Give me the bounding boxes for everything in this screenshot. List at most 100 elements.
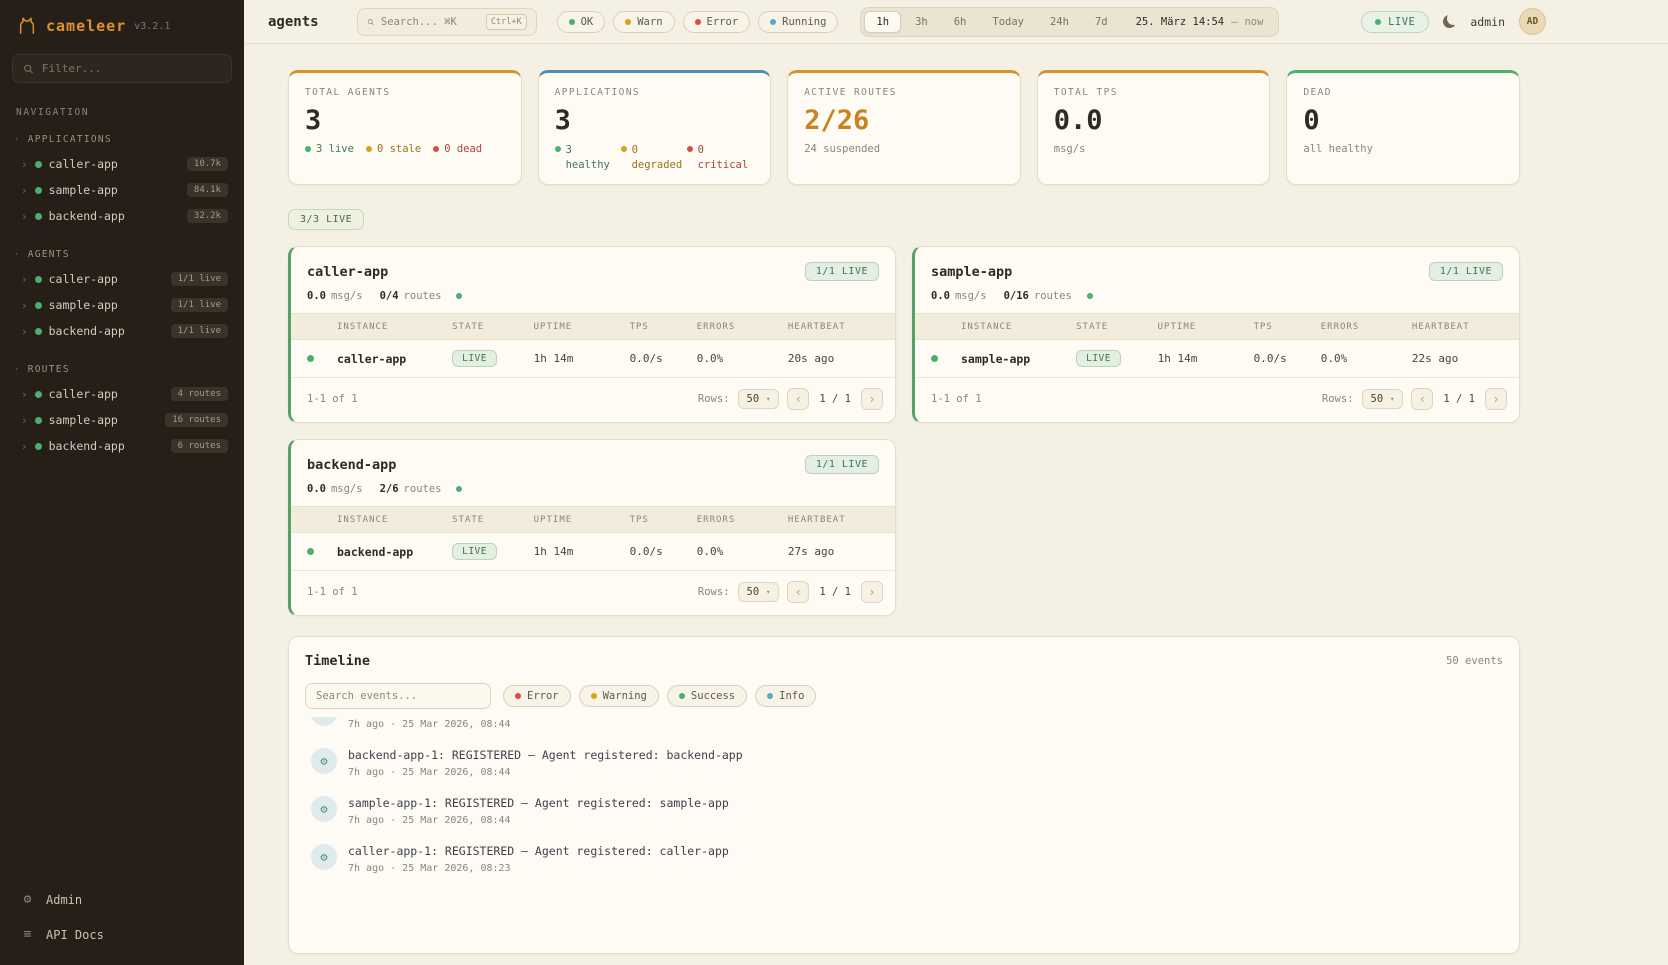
sidebar-item-applications-sample-app[interactable]: › sample-app 84.1k <box>12 177 232 203</box>
sidebar-item-routes-caller-app[interactable]: › caller-app 4 routes <box>12 381 232 407</box>
sidebar-item-applications-backend-app[interactable]: › backend-app 32.2k <box>12 203 232 229</box>
range-button-6h[interactable]: 6h <box>942 11 979 33</box>
sidebar-item-badge: 6 routes <box>171 439 228 453</box>
avatar[interactable]: AD <box>1519 8 1546 35</box>
stat-card-active-routes: ACTIVE ROUTES 2/26 24 suspended <box>787 70 1021 185</box>
chip-label: Info <box>779 690 804 702</box>
app-card-title[interactable]: caller-app <box>307 264 388 280</box>
red-dot-icon <box>687 146 693 152</box>
routes-value: 2/6 <box>380 483 399 495</box>
sidebar-item-applications-caller-app[interactable]: › caller-app 10.7k <box>12 151 232 177</box>
instance-row[interactable]: backend-app LIVE 1h 14m 0.0/s 0.0% 27s a… <box>291 533 895 571</box>
timeline-chip-success[interactable]: Success <box>667 685 747 707</box>
cameleer-logo-icon <box>16 16 38 36</box>
timeline-search-input[interactable] <box>316 690 480 702</box>
sidebar-item-agents-backend-app[interactable]: › backend-app 1/1 live <box>12 318 232 344</box>
range-button-24h[interactable]: 24h <box>1038 11 1081 33</box>
heartbeat-value: 27s ago <box>788 545 879 558</box>
instance-name: caller-app <box>337 352 452 366</box>
filter-chip-ok[interactable]: OK <box>557 11 606 33</box>
event-title: backend-app-1: REGISTERED — Agent regist… <box>348 748 743 762</box>
timeline-event[interactable]: ⚙ caller-app-1: REGISTERED — Agent regis… <box>305 835 1503 883</box>
stat-sub-live: 3 live <box>305 143 354 155</box>
sidebar-item-label: sample-app <box>49 298 164 312</box>
event-gear-icon: ⚙ <box>311 748 337 774</box>
rate-unit: msg/s <box>331 290 363 302</box>
stat-sub-text: all healthy <box>1303 143 1503 155</box>
sidebar-item-agents-sample-app[interactable]: › sample-app 1/1 live <box>12 292 232 318</box>
stat-sub-text: 24 suspended <box>804 143 1004 155</box>
app-card-title[interactable]: backend-app <box>307 457 396 473</box>
rows-per-page-select[interactable]: 50 ▾ <box>738 389 780 409</box>
sidebar-item-agents-caller-app[interactable]: › caller-app 1/1 live <box>12 266 232 292</box>
app-card-header: sample-app 1/1 LIVE <box>915 247 1519 290</box>
section-header-routes[interactable]: · ROUTES <box>12 360 232 381</box>
sidebar-item-label: caller-app <box>49 387 164 401</box>
sidebar-item-routes-backend-app[interactable]: › backend-app 6 routes <box>12 433 232 459</box>
global-search-input[interactable] <box>381 16 479 28</box>
prev-page-button[interactable]: ‹ <box>787 388 809 410</box>
sidebar-item-routes-sample-app[interactable]: › sample-app 16 routes <box>12 407 232 433</box>
col-errors: ERRORS <box>697 322 788 332</box>
stat-value: 2/26 <box>804 107 1004 134</box>
event-title: caller-app-1: REGISTERED — Agent registe… <box>348 844 729 858</box>
rows-per-page-select[interactable]: 50 ▾ <box>738 582 780 602</box>
prev-page-button[interactable]: ‹ <box>787 581 809 603</box>
routes-value: 0/4 <box>380 290 399 302</box>
rows-per-page-select[interactable]: 50 ▾ <box>1362 389 1404 409</box>
sidebar-item-api-docs[interactable]: ≡ API Docs <box>12 918 232 951</box>
app-card-title[interactable]: sample-app <box>931 264 1012 280</box>
range-button-7d[interactable]: 7d <box>1083 11 1120 33</box>
filter-chip-warn[interactable]: Warn <box>613 11 674 33</box>
instance-name: sample-app <box>961 352 1076 366</box>
timeline-card: Timeline 50 events Error Warning <box>288 636 1520 954</box>
global-search[interactable]: Ctrl+K <box>357 8 537 36</box>
sidebar-item-admin[interactable]: ⚙ Admin <box>12 883 232 916</box>
range-button-1h[interactable]: 1h <box>864 11 901 33</box>
stat-sub-text: 0 dead <box>444 143 482 155</box>
main-column: agents Ctrl+K OK Warn Error <box>244 0 1668 965</box>
instance-row[interactable]: sample-app LIVE 1h 14m 0.0/s 0.0% 22s ag… <box>915 340 1519 378</box>
stat-card-applications: APPLICATIONS 3 3 healthy 0 degraded 0 cr… <box>538 70 772 185</box>
status-dot-icon <box>35 161 42 168</box>
range-button-3h[interactable]: 3h <box>903 11 940 33</box>
filter-chip-error[interactable]: Error <box>683 11 751 33</box>
timeline-chip-error[interactable]: Error <box>503 685 571 707</box>
section-header-agents[interactable]: · AGENTS <box>12 245 232 266</box>
row-range: 1-1 of 1 <box>931 393 982 405</box>
next-page-button[interactable]: › <box>861 388 883 410</box>
col-tps: TPS <box>630 322 697 332</box>
next-page-button[interactable]: › <box>861 581 883 603</box>
section-header-applications[interactable]: · APPLICATIONS <box>12 130 232 151</box>
rows-per-page-value: 50 <box>747 393 760 405</box>
sidebar: cameleer v3.2.1 NAVIGATION · APPLICATION… <box>0 0 244 965</box>
theme-toggle-moon-icon[interactable] <box>1443 15 1456 28</box>
timeline-event[interactable]: ⚙ caller-app-1: REGISTERED — Agent regis… <box>305 717 1503 739</box>
uptime-value: 1h 14m <box>534 352 630 365</box>
chip-label: Warn <box>637 16 662 28</box>
range-button-today[interactable]: Today <box>980 11 1036 33</box>
instance-row[interactable]: caller-app LIVE 1h 14m 0.0/s 0.0% 20s ag… <box>291 340 895 378</box>
timeline-event[interactable]: ⚙ sample-app-1: REGISTERED — Agent regis… <box>305 787 1503 835</box>
status-dot-icon <box>35 302 42 309</box>
errors-value: 0.0% <box>1321 352 1412 365</box>
timeline-event[interactable]: ⚙ backend-app-1: REGISTERED — Agent regi… <box>305 739 1503 787</box>
prev-page-button[interactable]: ‹ <box>1411 388 1433 410</box>
chip-label: Error <box>707 16 739 28</box>
sidebar-filter-input[interactable] <box>42 62 221 75</box>
app-shell: cameleer v3.2.1 NAVIGATION · APPLICATION… <box>0 0 1668 965</box>
timeline-chip-warning[interactable]: Warning <box>579 685 659 707</box>
sidebar-filter[interactable] <box>12 54 232 83</box>
col-heartbeat: HEARTBEAT <box>788 322 879 332</box>
topbar: agents Ctrl+K OK Warn Error <box>244 0 1668 44</box>
row-range: 1-1 of 1 <box>307 586 358 598</box>
timeline-search[interactable] <box>305 683 491 709</box>
tps-value: 0.0/s <box>630 352 697 365</box>
event-gear-icon: ⚙ <box>311 796 337 822</box>
filter-chip-running[interactable]: Running <box>758 11 838 33</box>
stat-card-dead: DEAD 0 all healthy <box>1286 70 1520 185</box>
rows-per-page-value: 50 <box>1371 393 1384 405</box>
timeline-chip-info[interactable]: Info <box>755 685 816 707</box>
stat-sub-text: 3 live <box>316 143 354 155</box>
next-page-button[interactable]: › <box>1485 388 1507 410</box>
